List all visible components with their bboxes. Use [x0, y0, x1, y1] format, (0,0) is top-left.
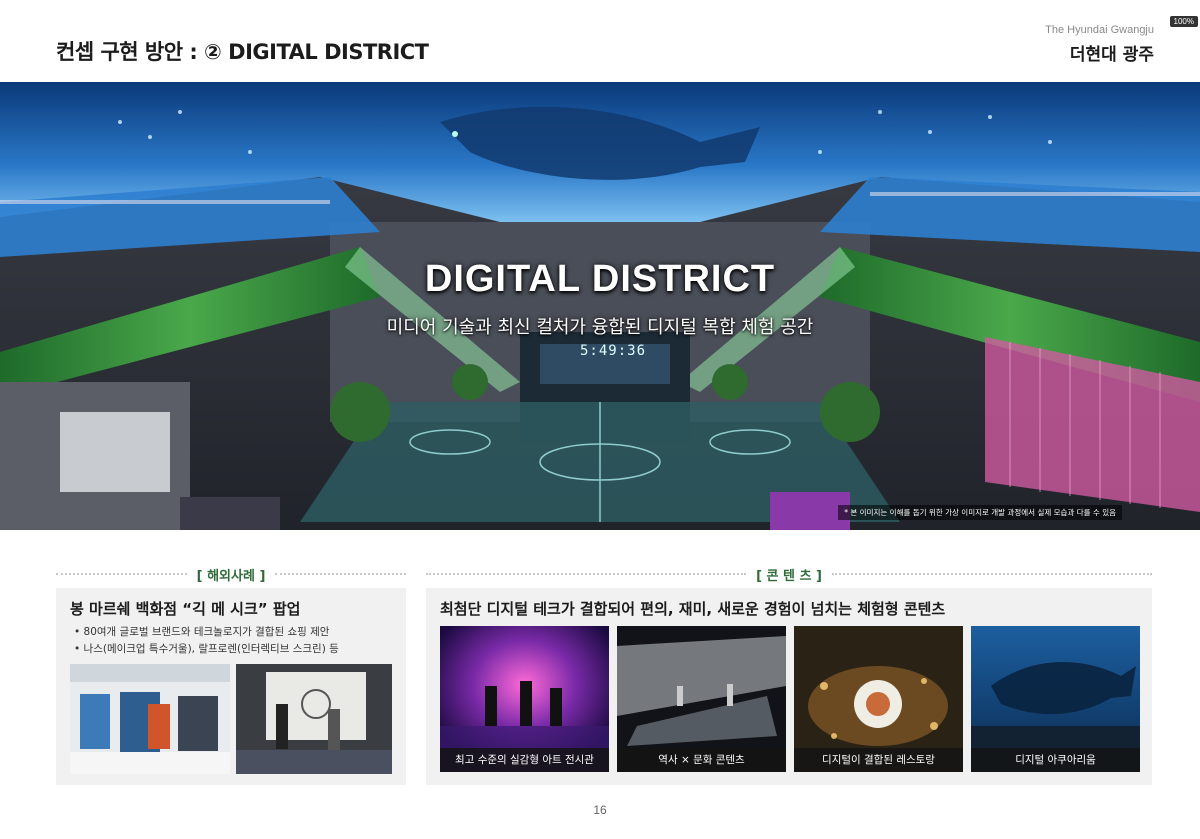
card-caption: 디지털 아쿠아리움 [971, 748, 1140, 772]
case-bullet: 80여개 글로벌 브랜드와 테크놀로지가 결합된 쇼핑 제안 [74, 624, 339, 641]
case-photo-interactive-mirror [236, 664, 392, 774]
contents-panel: 최첨단 디지털 테크가 결합되어 편의, 재미, 새로운 경험이 넘치는 체험형… [426, 588, 1152, 785]
zoom-level-badge[interactable]: 100% [1169, 16, 1198, 27]
case-title: 봉 마르쉐 백화점 “긱 메 시크” 팝업 [70, 600, 301, 618]
overseas-section-label: [ 해외사례 ] [196, 568, 266, 584]
overseas-case-panel: 봉 마르쉐 백화점 “긱 메 시크” 팝업 80여개 글로벌 브랜드와 테크놀로… [56, 588, 406, 785]
brand-name-korean: 더현대 광주 [1069, 45, 1154, 65]
contents-section-label: [ 콘 텐 츠 ] [756, 568, 822, 584]
hero-disclaimer: * 본 이미지는 이해를 돕기 위한 가상 이미지로 개발 과정에서 실제 모습… [838, 505, 1122, 520]
content-card-art-exhibition: 최고 수준의 실감형 아트 전시관 [440, 626, 609, 772]
hero-digital-clock: 5:49:36 [580, 343, 647, 359]
contents-section-header: [ 콘 텐 츠 ] [426, 565, 1152, 584]
slide-title: 컨셉 구현 방안 : ② DIGITAL DISTRICT [56, 40, 429, 64]
case-bullet-list: 80여개 글로벌 브랜드와 테크놀로지가 결합된 쇼핑 제안 나스(메이크업 특… [74, 624, 339, 658]
divider [56, 573, 187, 575]
case-photo-store-interior [70, 664, 230, 774]
divider [831, 573, 1152, 575]
mall-atrium-illustration [0, 82, 1200, 530]
card-caption: 최고 수준의 실감형 아트 전시관 [440, 748, 609, 772]
content-card-digital-restaurant: 디지털이 결합된 레스토랑 [794, 626, 963, 772]
brand-name-english: The Hyundai Gwangju [1045, 24, 1154, 36]
content-card-history-culture: 역사 × 문화 콘텐츠 [617, 626, 786, 772]
card-caption: 역사 × 문화 콘텐츠 [617, 748, 786, 772]
card-caption: 디지털이 결합된 레스토랑 [794, 748, 963, 772]
hero-image: DIGITAL DISTRICT 미디어 기술과 최신 컬처가 융합된 디지털 … [0, 82, 1200, 530]
hero-subtitle: 미디어 기술과 최신 컬처가 융합된 디지털 복합 체험 공간 [386, 317, 814, 338]
divider [275, 573, 406, 575]
contents-title: 최첨단 디지털 테크가 결합되어 편의, 재미, 새로운 경험이 넘치는 체험형… [440, 600, 946, 618]
hero-title: DIGITAL DISTRICT [424, 258, 776, 300]
case-bullet: 나스(메이크업 특수거울), 랄프로렌(인터렉티브 스크린) 등 [74, 641, 339, 658]
content-card-digital-aquarium: 디지털 아쿠아리움 [971, 626, 1140, 772]
overseas-section-header: [ 해외사례 ] [56, 565, 406, 584]
page-number: 16 [593, 803, 607, 817]
divider [426, 573, 747, 575]
